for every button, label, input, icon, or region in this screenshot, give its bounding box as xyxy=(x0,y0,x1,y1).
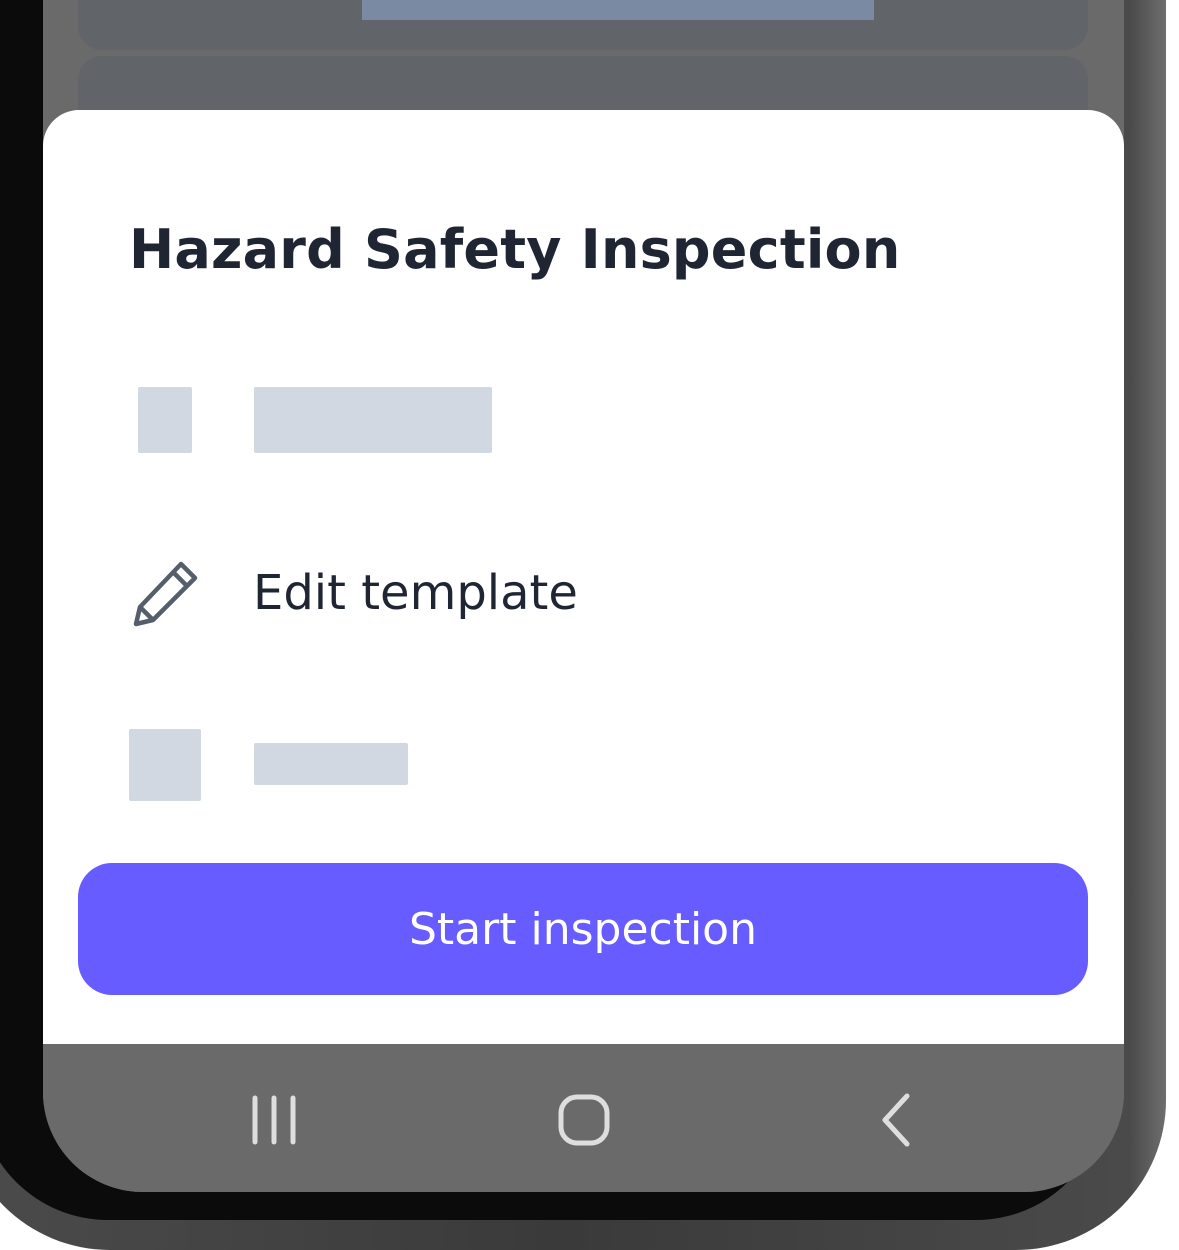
system-navigation-bar xyxy=(43,1044,1124,1192)
loading-icon-placeholder xyxy=(129,729,201,801)
pencil-icon xyxy=(133,561,198,627)
background-placeholder-bar xyxy=(362,0,874,20)
sheet-title: Hazard Safety Inspection xyxy=(129,218,901,281)
back-icon[interactable] xyxy=(851,1084,941,1154)
loading-icon-placeholder xyxy=(138,387,192,453)
start-inspection-button[interactable]: Start inspection xyxy=(78,863,1088,995)
loading-text-placeholder xyxy=(254,387,492,453)
edit-template-option[interactable]: Edit template xyxy=(129,548,729,638)
recent-apps-icon[interactable] xyxy=(229,1084,319,1154)
phone-screen: Hazard Safety Inspection Edit template S… xyxy=(43,0,1124,1192)
loading-text-placeholder xyxy=(254,743,408,785)
edit-template-label: Edit template xyxy=(253,565,578,621)
bottom-sheet: Hazard Safety Inspection Edit template S… xyxy=(43,110,1124,1044)
start-inspection-label: Start inspection xyxy=(409,903,757,955)
home-icon[interactable] xyxy=(539,1084,629,1154)
background-list-item xyxy=(78,0,1088,50)
